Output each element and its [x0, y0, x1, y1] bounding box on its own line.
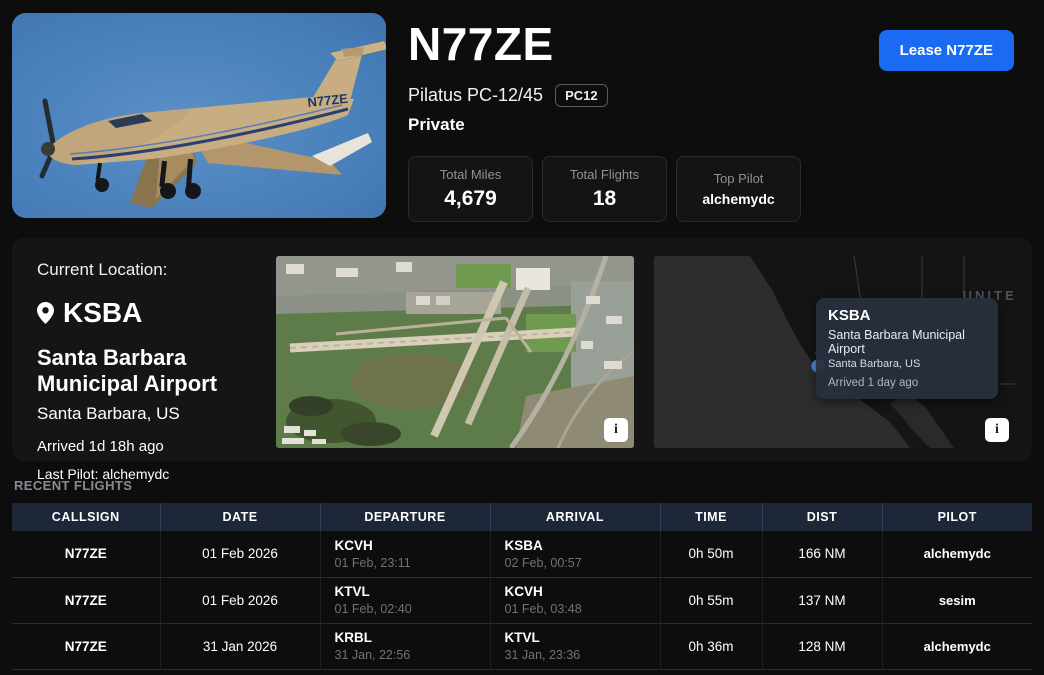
satellite-map-info-button[interactable]: i [604, 418, 628, 442]
arrival-icao: KTVL [505, 630, 660, 645]
arrival-time: 02 Feb, 00:57 [505, 556, 660, 570]
flight-time: 0h 55m [660, 577, 762, 623]
stat-value: 18 [593, 187, 616, 211]
satellite-map[interactable]: i [276, 256, 634, 448]
aircraft-type: Pilatus PC-12/45 [408, 85, 543, 106]
flight-time: 0h 50m [660, 531, 762, 577]
column-header-callsign: CALLSIGN [12, 503, 160, 531]
aircraft-photo-illustration: N77ZE [12, 13, 386, 218]
flight-arrival: KCVH 01 Feb, 03:48 [490, 577, 660, 623]
stat-label: Top Pilot [714, 171, 764, 186]
flight-row[interactable]: N77ZE 01 Feb 2026 KCVH 01 Feb, 23:11 KSB… [12, 531, 1032, 577]
flight-callsign: N77ZE [12, 623, 160, 669]
stat-top-pilot: Top Pilot alchemydc [676, 156, 801, 222]
hero-section: N77ZE N77ZE Pilatus PC-12/45 PC12 Priv [12, 13, 1032, 218]
ownership-label: Private [408, 115, 1032, 135]
stat-total-miles: Total Miles 4,679 [408, 156, 533, 222]
stat-label: Total Miles [440, 167, 501, 182]
stat-value: alchemydc [702, 191, 774, 207]
departure-icao: KTVL [335, 584, 490, 599]
flight-callsign: N77ZE [12, 577, 160, 623]
aircraft-detail-page: N77ZE N77ZE Pilatus PC-12/45 PC12 Priv [0, 0, 1044, 670]
flight-pilot: alchemydc [882, 623, 1032, 669]
tooltip-airport: Santa Barbara Municipal Airport [828, 328, 986, 356]
current-location-panel: Current Location: KSBA Santa Barbara Mun… [12, 238, 1032, 461]
flight-dist: 128 NM [762, 623, 882, 669]
stats-row: Total Miles 4,679 Total Flights 18 Top P… [408, 156, 1032, 222]
departure-icao: KCVH [335, 538, 490, 553]
arrival-icao: KCVH [505, 584, 660, 599]
map-pin-icon [37, 302, 54, 324]
flight-callsign: N77ZE [12, 531, 160, 577]
column-header-date: DATE [160, 503, 320, 531]
type-badge: PC12 [555, 84, 608, 107]
flight-date: 31 Jan 2026 [160, 623, 320, 669]
arrival-time: 01 Feb, 03:48 [505, 602, 660, 616]
stat-label: Total Flights [570, 167, 639, 182]
tooltip-arrived: Arrived 1 day ago [828, 377, 986, 389]
flight-arrival: KTVL 31 Jan, 23:36 [490, 623, 660, 669]
table-header-row: CALLSIGN DATE DEPARTURE ARRIVAL TIME DIS… [12, 503, 1032, 531]
flight-arrival: KSBA 02 Feb, 00:57 [490, 531, 660, 577]
flight-time: 0h 36m [660, 623, 762, 669]
flight-date: 01 Feb 2026 [160, 531, 320, 577]
flight-row[interactable]: N77ZE 01 Feb 2026 KTVL 01 Feb, 02:40 KCV… [12, 577, 1032, 623]
flight-pilot: sesim [882, 577, 1032, 623]
column-header-dist: DIST [762, 503, 882, 531]
location-icao: KSBA [63, 297, 142, 329]
location-arrived: Arrived 1d 18h ago [37, 438, 256, 455]
flight-dist: 166 NM [762, 531, 882, 577]
stat-total-flights: Total Flights 18 [542, 156, 667, 222]
departure-time: 31 Jan, 22:56 [335, 648, 490, 662]
departure-icao: KRBL [335, 630, 490, 645]
flight-departure: KCVH 01 Feb, 23:11 [320, 531, 490, 577]
arrival-icao: KSBA [505, 538, 660, 553]
arrival-time: 31 Jan, 23:36 [505, 648, 660, 662]
stat-value: 4,679 [444, 187, 497, 211]
region-map[interactable]: UNITED KSBA Santa Barbara Municipal Airp… [654, 256, 1015, 448]
flight-departure: KRBL 31 Jan, 22:56 [320, 623, 490, 669]
map-tooltip: KSBA Santa Barbara Municipal Airport San… [816, 298, 998, 399]
column-header-arrival: ARRIVAL [490, 503, 660, 531]
location-city: Santa Barbara, US [37, 404, 256, 424]
column-header-time: TIME [660, 503, 762, 531]
flight-date: 01 Feb 2026 [160, 577, 320, 623]
tooltip-city: Santa Barbara, US [828, 358, 986, 370]
location-heading: Current Location: [37, 260, 256, 280]
location-airport-name: Santa Barbara Municipal Airport [37, 345, 256, 397]
column-header-pilot: PILOT [882, 503, 1032, 531]
satellite-map-illustration [276, 256, 634, 448]
flight-dist: 137 NM [762, 577, 882, 623]
flight-departure: KTVL 01 Feb, 02:40 [320, 577, 490, 623]
recent-flights-table: CALLSIGN DATE DEPARTURE ARRIVAL TIME DIS… [12, 503, 1032, 670]
flight-pilot: alchemydc [882, 531, 1032, 577]
lease-button[interactable]: Lease N77ZE [879, 30, 1014, 71]
departure-time: 01 Feb, 23:11 [335, 556, 490, 570]
aircraft-photo: N77ZE [12, 13, 386, 218]
tooltip-icao: KSBA [828, 307, 986, 324]
column-header-departure: DEPARTURE [320, 503, 490, 531]
location-details: Current Location: KSBA Santa Barbara Mun… [34, 256, 256, 443]
region-map-info-button[interactable]: i [985, 418, 1009, 442]
flight-row[interactable]: N77ZE 31 Jan 2026 KRBL 31 Jan, 22:56 KTV… [12, 623, 1032, 669]
departure-time: 01 Feb, 02:40 [335, 602, 490, 616]
